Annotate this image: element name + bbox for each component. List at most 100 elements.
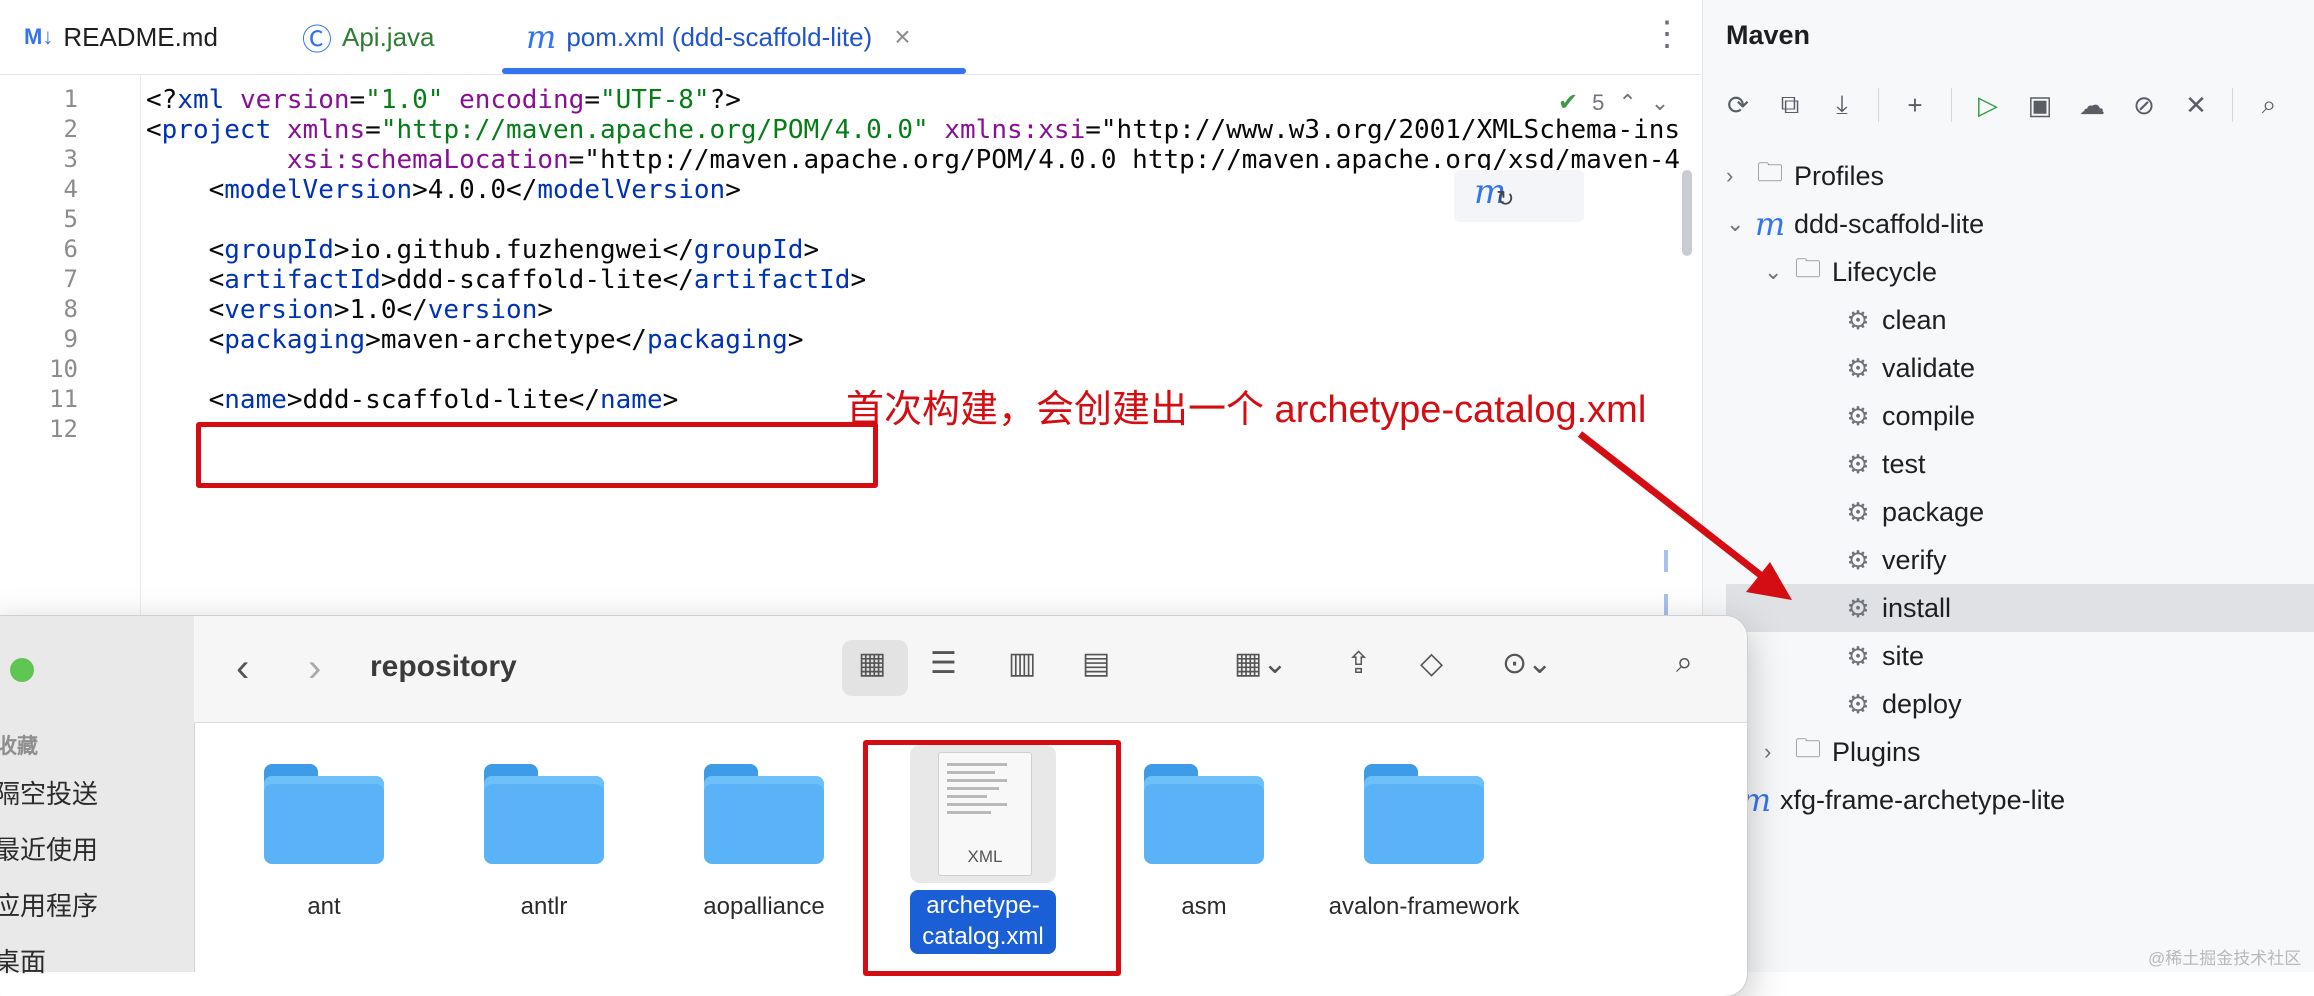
tab-label: Api.java bbox=[342, 21, 435, 52]
chevron-down-icon[interactable]: ⌄ bbox=[1726, 211, 1752, 237]
tree-phase-verify[interactable]: ⚙ verify bbox=[1840, 540, 1946, 580]
chevron-right-icon[interactable]: › bbox=[1764, 739, 1790, 765]
tree-lifecycle[interactable]: ⌄ 🗀 Lifecycle bbox=[1764, 252, 1937, 292]
finder-item-antlr[interactable]: antlr bbox=[434, 893, 654, 921]
tree-label: Profiles bbox=[1794, 160, 1885, 191]
tree-label: validate bbox=[1882, 352, 1976, 383]
forward-icon[interactable]: › bbox=[308, 646, 321, 691]
offline-mode-icon[interactable]: ☁ bbox=[2076, 89, 2108, 121]
finder-item-aopalliance[interactable]: aopalliance bbox=[654, 893, 874, 921]
tree-phase-compile[interactable]: ⚙ compile bbox=[1840, 396, 1975, 436]
tree-phase-site[interactable]: ⚙ site bbox=[1840, 636, 1924, 676]
maven-tool-window bbox=[1702, 0, 2314, 972]
group-by-icon[interactable]: ▦⌄ bbox=[1234, 646, 1287, 681]
collapse-icon[interactable]: ✕ bbox=[2180, 89, 2212, 121]
run-icon[interactable]: ▷ bbox=[1972, 89, 2004, 121]
close-tab-icon[interactable]: × bbox=[894, 21, 910, 53]
inspection-ok-icon: ✔ bbox=[1558, 89, 1579, 116]
tab-label: README.md bbox=[63, 21, 218, 52]
tree-label: compile bbox=[1882, 400, 1976, 431]
finder-item-asm[interactable]: asm bbox=[1094, 893, 1314, 921]
search-icon[interactable]: ⌕ bbox=[1676, 646, 1693, 680]
sidebar-item-applications[interactable]: 应用程序 bbox=[0, 886, 98, 923]
reload-icon: ↻ bbox=[1496, 186, 1515, 211]
finder-folder-title: repository bbox=[370, 650, 517, 683]
run-configuration-icon[interactable]: ▣ bbox=[2024, 89, 2056, 121]
skip-tests-icon[interactable]: ⊘ bbox=[2128, 89, 2160, 121]
code-line: <?xml version="1.0" encoding="UTF-8"?> bbox=[146, 85, 741, 115]
previous-highlight-icon[interactable]: ⌃ bbox=[1618, 90, 1636, 116]
folder-icon[interactable] bbox=[1364, 764, 1484, 864]
folder-icon[interactable] bbox=[1144, 764, 1264, 864]
tree-phase-clean[interactable]: ⚙ clean bbox=[1840, 300, 1947, 340]
generate-sources-icon[interactable]: ⧉ bbox=[1774, 89, 1806, 121]
code-content[interactable]: <?xml version="1.0" encoding="UTF-8"?> <… bbox=[0, 75, 1700, 595]
tree-label: xfg-frame-archetype-lite bbox=[1780, 784, 2066, 815]
chevron-right-icon[interactable]: › bbox=[1726, 163, 1752, 189]
tree-phase-package[interactable]: ⚙ package bbox=[1840, 492, 1984, 532]
folder-icon[interactable] bbox=[484, 764, 604, 864]
packaging-highlight-box bbox=[196, 422, 878, 488]
chevron-down-icon[interactable]: ⌄ bbox=[1764, 259, 1790, 285]
share-icon[interactable]: ⇪ bbox=[1346, 646, 1371, 681]
code-line: <artifactId>ddd-scaffold-lite</artifactI… bbox=[146, 265, 867, 295]
gear-icon: ⚙ bbox=[1846, 640, 1870, 671]
code-line: xsi:schemaLocation="http://maven.apache.… bbox=[286, 145, 1681, 175]
maven-toolbar: ⟳ ⧉ ⤓ + ▷ ▣ ☁ ⊘ ✕ ⌕ bbox=[1722, 88, 2285, 122]
tree-plugins[interactable]: › 🗀 Plugins bbox=[1764, 732, 1921, 772]
annotation-text: 首次构建，会创建出一个 archetype-catalog.xml bbox=[846, 389, 1647, 431]
editor-tab-bar: M↓ README.md Ⓒ Api.java m pom.xml (ddd-s… bbox=[0, 0, 1700, 75]
reload-all-icon[interactable]: ⟳ bbox=[1722, 89, 1754, 121]
icon-view-icon[interactable]: ▦ bbox=[858, 646, 886, 681]
maven-project-icon: m bbox=[1754, 205, 1786, 243]
folder-icon[interactable] bbox=[264, 764, 384, 864]
more-options-icon[interactable]: ⋮ bbox=[1650, 14, 1684, 54]
tree-label: install bbox=[1882, 592, 1952, 623]
toolbar-separator bbox=[1951, 88, 1952, 122]
toolbar-separator bbox=[2232, 88, 2233, 122]
code-line: <groupId>io.github.fuzhengwei</groupId> bbox=[146, 235, 820, 265]
tree-project-ddd-scaffold-lite[interactable]: ⌄ m ddd-scaffold-lite bbox=[1726, 204, 1984, 244]
zoom-window-icon[interactable] bbox=[10, 658, 34, 682]
sidebar-item-recents[interactable]: 最近使用 bbox=[0, 830, 98, 867]
tree-phase-validate[interactable]: ⚙ validate bbox=[1840, 348, 1975, 388]
tree-label: deploy bbox=[1882, 688, 1962, 719]
inspection-count: 5 bbox=[1592, 89, 1605, 115]
list-view-icon[interactable]: ☰ bbox=[930, 646, 957, 681]
tree-phase-install[interactable]: ⚙ install bbox=[1840, 588, 1951, 628]
tree-profiles[interactable]: › 🗀 Profiles bbox=[1726, 156, 1884, 196]
inspection-widget[interactable]: ✔ 5 ⌃ ⌄ bbox=[1558, 88, 1669, 117]
tree-phase-deploy[interactable]: ⚙ deploy bbox=[1840, 684, 1962, 724]
analyze-dependencies-icon[interactable]: ⌕ bbox=[2253, 89, 2285, 121]
column-view-icon[interactable]: ▥ bbox=[1008, 646, 1036, 681]
folder-icon[interactable] bbox=[704, 764, 824, 864]
download-icon[interactable]: ⤓ bbox=[1826, 89, 1858, 121]
finder-item-ant[interactable]: ant bbox=[214, 893, 434, 921]
editor-scrollbar[interactable] bbox=[1682, 170, 1692, 256]
back-icon[interactable]: ‹ bbox=[236, 646, 249, 691]
tree-project-xfg-frame-archetype-lite[interactable]: m xfg-frame-archetype-lite bbox=[1741, 780, 2066, 820]
tab-readme[interactable]: M↓ README.md bbox=[24, 0, 218, 74]
gallery-view-icon[interactable]: ▤ bbox=[1082, 646, 1110, 681]
finder-item-avalon-framework[interactable]: avalon-framework bbox=[1314, 893, 1534, 921]
maven-reload-button[interactable]: m ↻ bbox=[1454, 170, 1584, 222]
sidebar-item-desktop[interactable]: 桌面 bbox=[0, 942, 46, 979]
tab-api-java[interactable]: Ⓒ Api.java bbox=[302, 0, 435, 74]
sidebar-item-airdrop[interactable]: 隔空投送 bbox=[0, 774, 98, 811]
tree-label: site bbox=[1882, 640, 1925, 671]
toolbar-separator bbox=[1878, 88, 1879, 122]
next-highlight-icon[interactable]: ⌄ bbox=[1651, 90, 1669, 116]
gear-icon: ⚙ bbox=[1846, 688, 1870, 719]
tree-label: ddd-scaffold-lite bbox=[1794, 208, 1985, 239]
add-icon[interactable]: + bbox=[1899, 89, 1931, 121]
tree-label: Lifecycle bbox=[1832, 256, 1938, 287]
tree-label: clean bbox=[1882, 304, 1947, 335]
tag-icon[interactable]: ◇ bbox=[1420, 646, 1443, 681]
tree-phase-test[interactable]: ⚙ test bbox=[1840, 444, 1925, 484]
gear-icon: ⚙ bbox=[1846, 496, 1870, 527]
gear-icon: ⚙ bbox=[1846, 448, 1870, 479]
gear-icon: ⚙ bbox=[1846, 304, 1870, 335]
tab-pom-xml[interactable]: m pom.xml (ddd-scaffold-lite) × bbox=[526, 0, 911, 74]
lifecycle-folder-icon: 🗀 bbox=[1794, 253, 1821, 283]
more-actions-icon[interactable]: ⊙⌄ bbox=[1502, 646, 1552, 681]
